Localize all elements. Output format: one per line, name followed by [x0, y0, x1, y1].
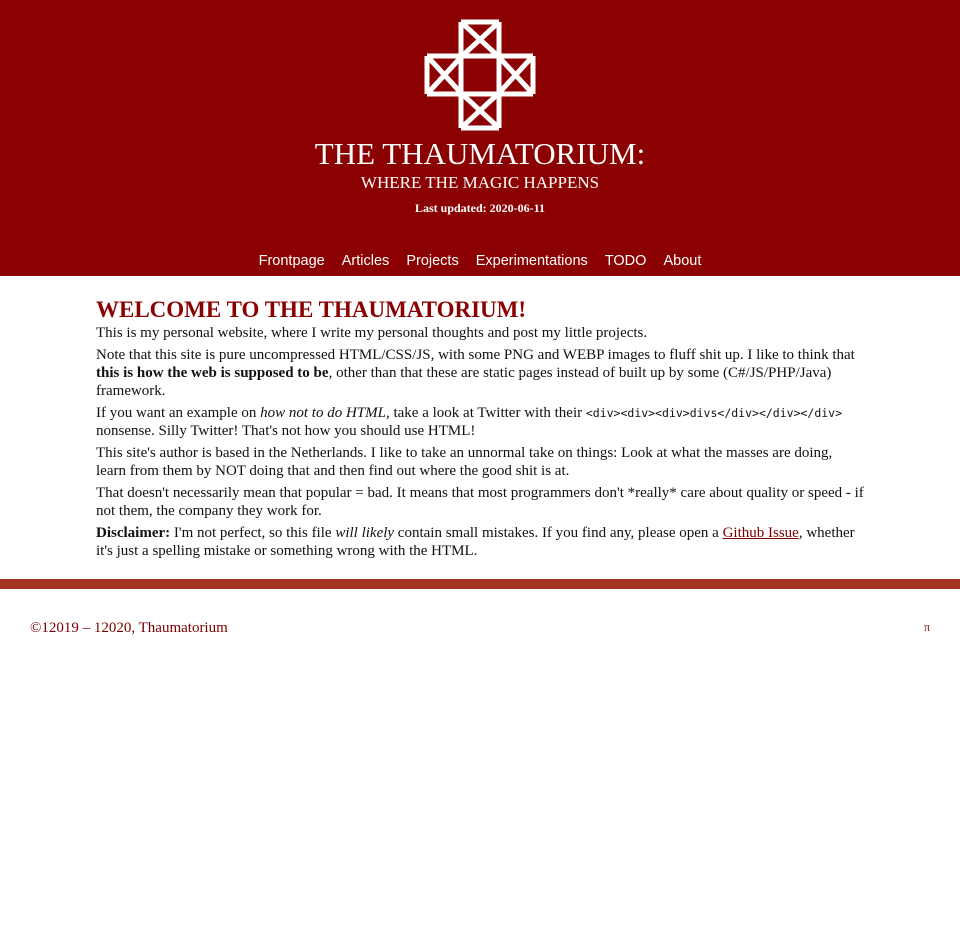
tech-text-a: Note that this site is pure uncompressed… — [96, 347, 855, 363]
main-nav: Frontpage Articles Projects Experimentat… — [0, 252, 960, 270]
last-updated: Last updated: 2020-06-11 — [414, 201, 545, 215]
site-header: THE THAUMATORIUM: WHERE THE MAGIC HAPPEN… — [0, 0, 960, 276]
intro-paragraph: This is my personal website, where I wri… — [96, 325, 648, 341]
nav-frontpage[interactable]: Frontpage — [259, 253, 325, 269]
tech-paragraph: Note that this site is pure uncompressed… — [96, 346, 864, 400]
twitter-text-em: how not to do HTML — [260, 405, 386, 421]
nav-about[interactable]: About — [663, 253, 701, 269]
twitter-paragraph: If you want an example on how not to do … — [96, 404, 864, 440]
disclaimer-paragraph: Disclaimer: I'm not perfect, so this fil… — [96, 524, 864, 560]
pi-link[interactable]: π — [924, 620, 930, 635]
nav-projects[interactable]: Projects — [406, 253, 458, 269]
site-subtitle: WHERE THE MAGIC HAPPENS — [360, 173, 600, 192]
quality-paragraph: That doesn't necessarily mean that popul… — [96, 485, 864, 519]
site-footer: ©12019 – 12020, Thaumatorium π — [30, 620, 930, 640]
twitter-text-c: , take a look at Twitter with their — [385, 405, 586, 421]
twitter-text-a: If you want an example on — [96, 405, 261, 421]
disclaimer-text-a: I'm not perfect, so this file — [170, 525, 336, 541]
page-heading: WELCOME TO THE THAUMATORIUM! — [96, 297, 527, 322]
twitter-text-d: nonsense. Silly Twitter! That's not how … — [96, 423, 476, 439]
disclaimer-text-em: will likely — [335, 525, 395, 541]
disclaimer-label: Disclaimer: — [96, 525, 171, 541]
octagram-logo-icon[interactable] — [424, 19, 536, 131]
footer-divider — [0, 579, 960, 589]
author-paragraph: This site's author is based in the Nethe… — [96, 445, 833, 479]
copyright-text: ©12019 – 12020, Thaumatorium — [30, 620, 228, 636]
nav-articles[interactable]: Articles — [342, 253, 390, 269]
disclaimer-text-c: contain small mistakes. If you find any,… — [394, 525, 723, 541]
site-title: THE THAUMATORIUM: — [314, 136, 646, 171]
main-content: WELCOME TO THE THAUMATORIUM! This is my … — [96, 296, 864, 564]
nav-todo[interactable]: TODO — [605, 253, 647, 269]
nav-experimentations[interactable]: Experimentations — [476, 253, 588, 269]
github-issue-link[interactable]: Github Issue — [723, 525, 799, 541]
tech-text-bold: this is how the web is supposed to be — [96, 365, 329, 381]
div-code-snippet: <div><div><div>divs</div></div></div> — [585, 406, 843, 420]
